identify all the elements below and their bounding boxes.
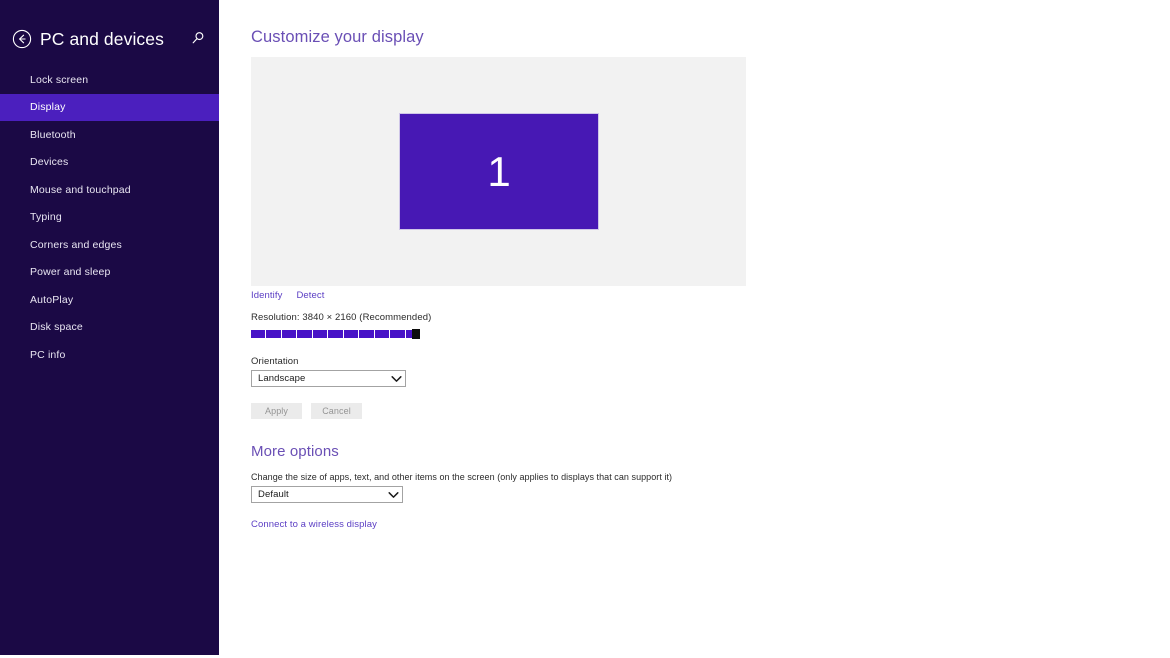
sidebar-item-disk-space[interactable]: Disk space	[0, 314, 219, 342]
sidebar-item-typing[interactable]: Typing	[0, 204, 219, 232]
display-preview-panel: 1	[251, 57, 746, 286]
sidebar-item-autoplay[interactable]: AutoPlay	[0, 286, 219, 314]
detect-link[interactable]: Detect	[296, 290, 324, 301]
sidebar-item-label: AutoPlay	[30, 293, 74, 306]
slider-tick	[266, 330, 282, 338]
monitor-number-label: 1	[487, 147, 511, 195]
slider-tick	[328, 330, 344, 338]
orientation-label: Orientation	[251, 356, 299, 367]
cancel-button[interactable]: Cancel	[311, 403, 362, 419]
apply-cancel-buttons: Apply Cancel	[251, 403, 362, 419]
sidebar-item-label: Lock screen	[30, 73, 89, 86]
slider-tick	[359, 330, 375, 338]
page-title: Customize your display	[251, 28, 424, 46]
sidebar: PC and devices Lock screen Display Bluet…	[0, 0, 219, 655]
connect-wireless-display-link[interactable]: Connect to a wireless display	[251, 519, 377, 530]
search-icon[interactable]	[188, 28, 208, 48]
slider-tick	[390, 330, 406, 338]
slider-tick	[251, 330, 267, 338]
sidebar-nav-list: Lock screen Display Bluetooth Devices Mo…	[0, 66, 219, 369]
main-content: Customize your display 1 Identify Detect…	[219, 0, 1170, 658]
sidebar-item-label: Mouse and touchpad	[30, 183, 131, 196]
sidebar-item-label: Typing	[30, 211, 62, 224]
slider-tick	[282, 330, 298, 338]
slider-tick	[375, 330, 391, 338]
sidebar-item-corners-and-edges[interactable]: Corners and edges	[0, 231, 219, 259]
page-header-title: PC and devices	[40, 28, 164, 49]
sidebar-item-display[interactable]: Display	[0, 93, 219, 121]
sidebar-item-label: Disk space	[30, 321, 83, 334]
chevron-down-icon	[384, 491, 402, 499]
sidebar-item-mouse-and-touchpad[interactable]: Mouse and touchpad	[0, 176, 219, 204]
sidebar-item-label: PC info	[30, 348, 66, 361]
display-settings-screen: PC and devices Lock screen Display Bluet…	[0, 0, 1170, 658]
sidebar-item-label: Corners and edges	[30, 238, 122, 251]
monitor-thumbnail-1[interactable]: 1	[399, 113, 599, 230]
slider-tick	[297, 330, 313, 338]
orientation-select-value: Landscape	[258, 373, 306, 384]
sidebar-item-label: Bluetooth	[30, 128, 76, 141]
chevron-down-icon	[387, 375, 405, 383]
sidebar-item-lock-screen[interactable]: Lock screen	[0, 66, 219, 94]
scale-select-value: Default	[258, 489, 289, 500]
sidebar-item-label: Power and sleep	[30, 266, 111, 279]
sidebar-item-devices[interactable]: Devices	[0, 149, 219, 177]
sidebar-item-label: Devices	[30, 156, 69, 169]
slider-tick	[344, 330, 360, 338]
more-options-title: More options	[251, 443, 339, 460]
sidebar-header: PC and devices	[0, 24, 219, 54]
resolution-slider[interactable]	[251, 329, 420, 339]
sidebar-item-bluetooth[interactable]: Bluetooth	[0, 121, 219, 149]
preview-actions: Identify Detect	[251, 290, 325, 301]
back-arrow-circle-icon[interactable]	[11, 28, 33, 50]
scale-description: Change the size of apps, text, and other…	[251, 472, 673, 482]
sidebar-item-power-and-sleep[interactable]: Power and sleep	[0, 259, 219, 287]
sidebar-item-pc-info[interactable]: PC info	[0, 341, 219, 369]
resolution-slider-thumb[interactable]	[412, 329, 420, 339]
sidebar-item-label: Display	[30, 101, 66, 114]
orientation-select[interactable]: Landscape	[251, 370, 406, 387]
apply-button[interactable]: Apply	[251, 403, 302, 419]
slider-tick	[313, 330, 329, 338]
resolution-slider-ticks	[251, 330, 420, 338]
identify-link[interactable]: Identify	[251, 290, 282, 301]
resolution-label: Resolution: 3840 × 2160 (Recommended)	[251, 312, 432, 323]
scale-select[interactable]: Default	[251, 486, 403, 503]
